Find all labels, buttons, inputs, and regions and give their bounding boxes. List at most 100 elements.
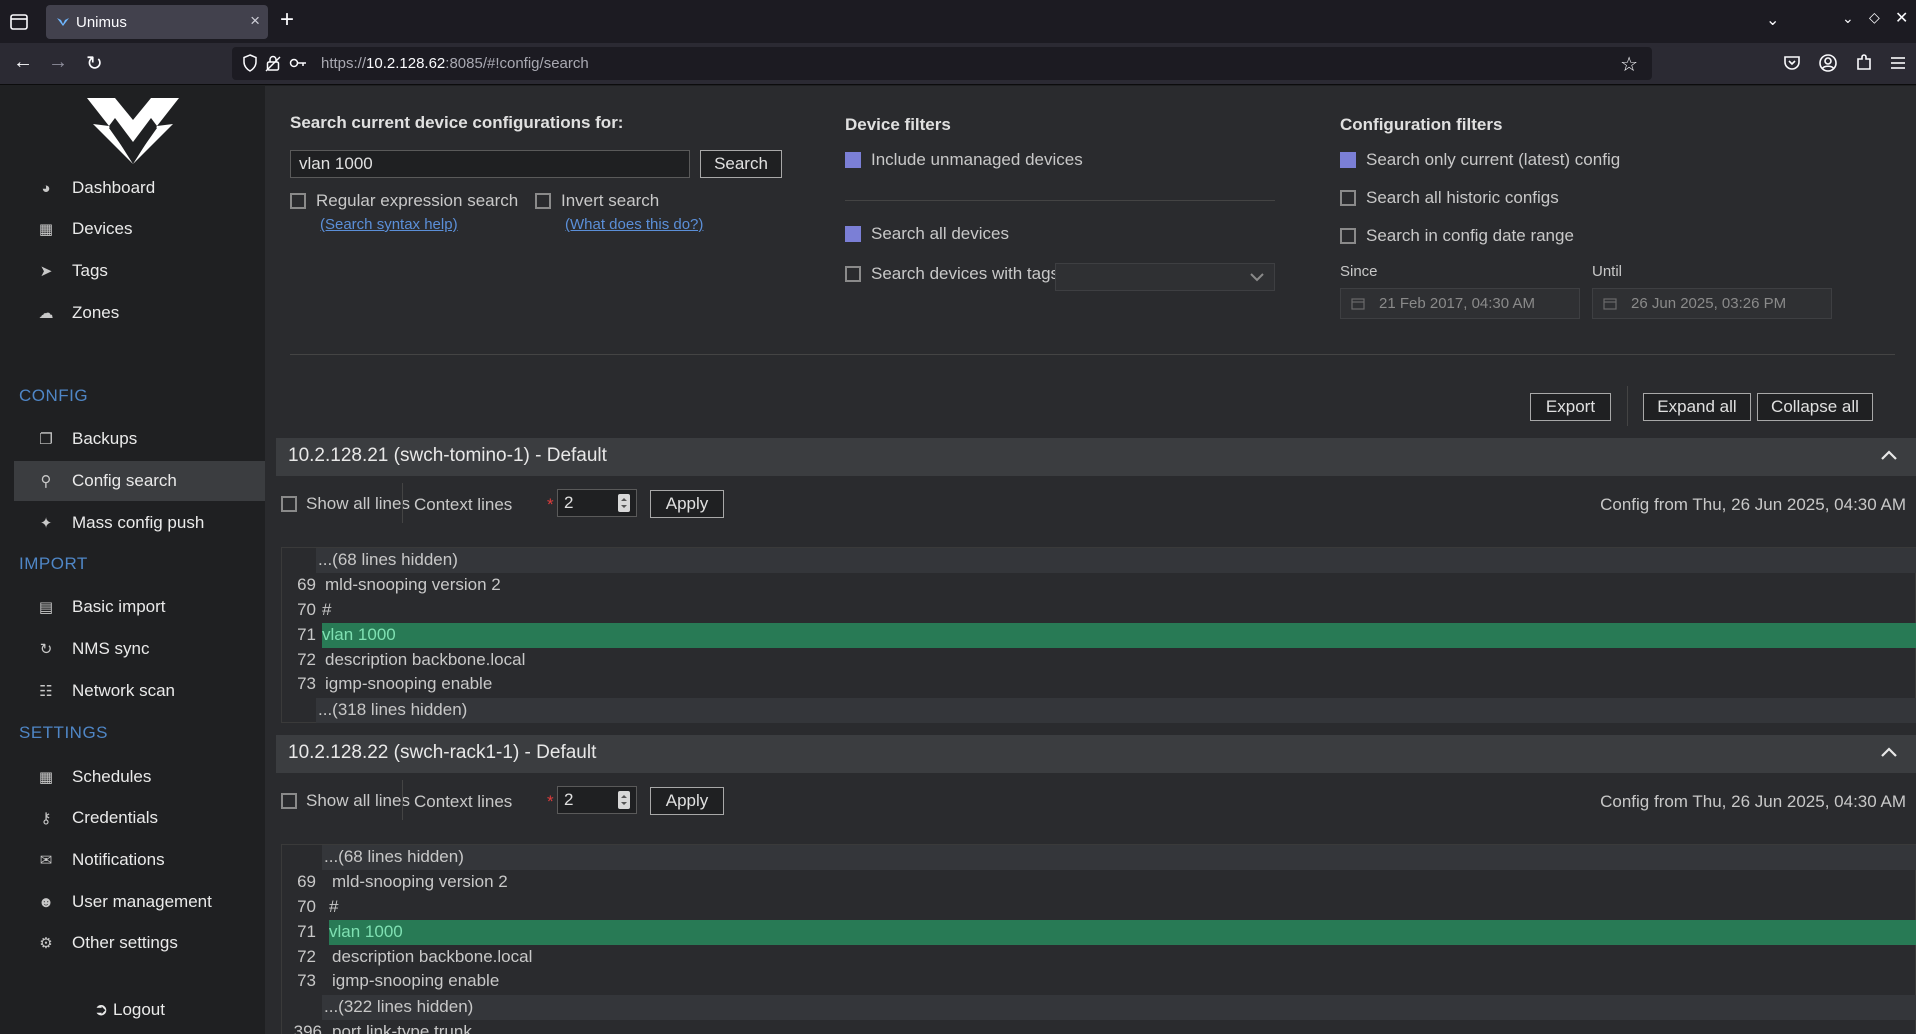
tab-list-icon[interactable]: [8, 11, 30, 33]
backups-icon: ❐: [39, 431, 53, 448]
logout-label: Logout: [112, 1000, 165, 1019]
sidebar-item-backups[interactable]: ❐ Backups: [14, 419, 265, 459]
section-label-settings: SETTINGS: [19, 723, 109, 742]
logout-icon: ➲: [94, 1000, 109, 1019]
config-line: ...(322 lines hidden): [324, 997, 474, 1016]
sidebar-item-devices[interactable]: ▦ Devices: [14, 209, 265, 249]
search-input[interactable]: vlan 1000: [290, 150, 690, 178]
puzzle-icon: ✦: [39, 515, 53, 532]
window-minimize-icon[interactable]: ⌄: [1842, 10, 1854, 27]
export-button[interactable]: Export: [1530, 393, 1611, 421]
context-lines-input[interactable]: 2: [557, 786, 637, 814]
close-tab-icon[interactable]: ×: [250, 11, 260, 31]
extensions-icon[interactable]: [1854, 53, 1874, 73]
show-all-lines-checkbox[interactable]: [281, 793, 297, 809]
line-number: 69: [297, 575, 316, 594]
sidebar-item-notifications[interactable]: ✉ Notifications: [14, 840, 265, 880]
browser-tab-unimus[interactable]: Unimus ×: [46, 5, 268, 39]
line-number: 72: [297, 947, 316, 966]
include-unmanaged-checkbox[interactable]: [845, 152, 861, 168]
unimus-logo: [87, 98, 179, 164]
chevron-up-icon[interactable]: [1880, 745, 1898, 759]
sidebar-item-basic-import[interactable]: ▤ Basic import: [14, 587, 265, 627]
url-bar[interactable]: https://10.2.128.62:8085/#!config/search…: [232, 47, 1652, 80]
tab-overflow-chevron-icon[interactable]: ⌄: [1766, 10, 1779, 30]
sidebar: ◕ Dashboard ▦ Devices ➤ Tags ☁ Zones CON…: [0, 86, 265, 1034]
config-from-text: Config from Thu, 26 Jun 2025, 04:30 AM: [1600, 495, 1906, 514]
sidebar-item-label: Basic import: [72, 597, 166, 616]
lock-icon[interactable]: [265, 54, 281, 72]
bookmark-star-icon[interactable]: ☆: [1620, 52, 1638, 77]
users-icon: ☻: [38, 893, 54, 911]
search-devices-with-tags-radio[interactable]: [845, 266, 861, 282]
back-arrow-icon[interactable]: ←: [13, 51, 33, 74]
sidebar-item-network-scan[interactable]: ☷ Network scan: [14, 671, 265, 711]
expand-all-button[interactable]: Expand all: [1643, 393, 1751, 421]
search-all-devices-radio[interactable]: [845, 226, 861, 242]
since-date-field[interactable]: 21 Feb 2017, 04:30 AM: [1340, 288, 1580, 319]
sidebar-item-config-search[interactable]: ⚲ Config search: [14, 461, 265, 501]
apply-button[interactable]: Apply: [650, 490, 724, 518]
collapse-all-button[interactable]: Collapse all: [1757, 393, 1873, 421]
sidebar-item-dashboard[interactable]: ◕ Dashboard: [14, 168, 265, 208]
regex-search-checkbox[interactable]: [290, 193, 306, 209]
calendar-icon: [1603, 298, 1617, 310]
result-title: 10.2.128.21 (swch-tomino-1) - Default: [288, 445, 607, 466]
apply-button[interactable]: Apply: [650, 787, 724, 815]
context-divider: [402, 780, 403, 820]
account-icon[interactable]: [1818, 53, 1838, 73]
window-close-icon[interactable]: ✕: [1895, 8, 1908, 28]
hamburger-menu-icon[interactable]: [1888, 53, 1908, 73]
config-line: ...(318 lines hidden): [318, 700, 468, 719]
sidebar-item-label: Devices: [72, 219, 133, 238]
show-all-lines-checkbox[interactable]: [281, 496, 297, 512]
required-asterisk: *: [547, 792, 554, 811]
config-line: description backbone.local: [332, 947, 533, 966]
only-current-config-label: Search only current (latest) config: [1366, 150, 1621, 169]
url-text[interactable]: https://10.2.128.62:8085/#!config/search: [321, 55, 589, 72]
config-line: mld-snooping version 2: [325, 575, 501, 594]
sidebar-item-user-management[interactable]: ☻ User management: [14, 882, 265, 922]
search-syntax-help-link[interactable]: (Search syntax help): [320, 216, 458, 233]
only-current-config-radio[interactable]: [1340, 152, 1356, 168]
show-all-lines-label: Show all lines: [306, 494, 410, 513]
spinner-arrows-icon[interactable]: [618, 494, 630, 512]
tags-select[interactable]: [1055, 263, 1275, 291]
chevron-up-icon[interactable]: [1880, 448, 1898, 462]
pocket-icon[interactable]: [1782, 53, 1802, 73]
key-icon[interactable]: [288, 54, 308, 72]
logout-button[interactable]: ➲ Logout: [94, 1000, 165, 1020]
shield-icon[interactable]: [242, 54, 258, 72]
sidebar-item-tags[interactable]: ➤ Tags: [14, 251, 265, 291]
forward-arrow-icon[interactable]: →: [48, 51, 68, 74]
sidebar-item-label: Zones: [72, 303, 120, 322]
sidebar-item-other-settings[interactable]: ⚙ Other settings: [14, 923, 265, 963]
until-date-field[interactable]: 26 Jun 2025, 03:26 PM: [1592, 288, 1832, 319]
until-date-value: 26 Jun 2025, 03:26 PM: [1631, 295, 1787, 312]
sidebar-item-label: Dashboard: [72, 178, 156, 197]
search-heading: Search current device configurations for…: [290, 113, 624, 132]
context-divider: [402, 483, 403, 523]
result-header-1[interactable]: 10.2.128.21 (swch-tomino-1) - Default: [276, 438, 1916, 476]
sidebar-item-schedules[interactable]: ▦ Schedules: [14, 757, 265, 797]
config-line: ...(68 lines hidden): [324, 847, 464, 866]
search-button[interactable]: Search: [700, 150, 782, 178]
context-lines-input[interactable]: 2: [557, 489, 637, 517]
config-date-range-radio[interactable]: [1340, 228, 1356, 244]
result-header-2[interactable]: 10.2.128.22 (swch-rack1-1) - Default: [276, 735, 1916, 773]
what-does-this-do-link[interactable]: (What does this do?): [565, 216, 703, 233]
dashboard-icon: ◕: [41, 179, 51, 197]
window-maximize-icon[interactable]: ◇: [1869, 9, 1880, 26]
new-tab-button[interactable]: +: [280, 6, 294, 34]
config-filters-heading: Configuration filters: [1340, 115, 1503, 134]
config-line: port link-type trunk: [332, 1022, 472, 1034]
sidebar-item-zones[interactable]: ☁ Zones: [14, 293, 265, 333]
sidebar-item-nms-sync[interactable]: ↻ NMS sync: [14, 629, 265, 669]
config-line: mld-snooping version 2: [332, 872, 508, 891]
invert-search-checkbox[interactable]: [535, 193, 551, 209]
sidebar-item-credentials[interactable]: ⚷ Credentials: [14, 798, 265, 838]
all-historic-configs-radio[interactable]: [1340, 190, 1356, 206]
sidebar-item-mass-config-push[interactable]: ✦ Mass config push: [14, 503, 265, 543]
spinner-arrows-icon[interactable]: [618, 791, 630, 809]
reload-icon[interactable]: ↻: [86, 51, 103, 76]
